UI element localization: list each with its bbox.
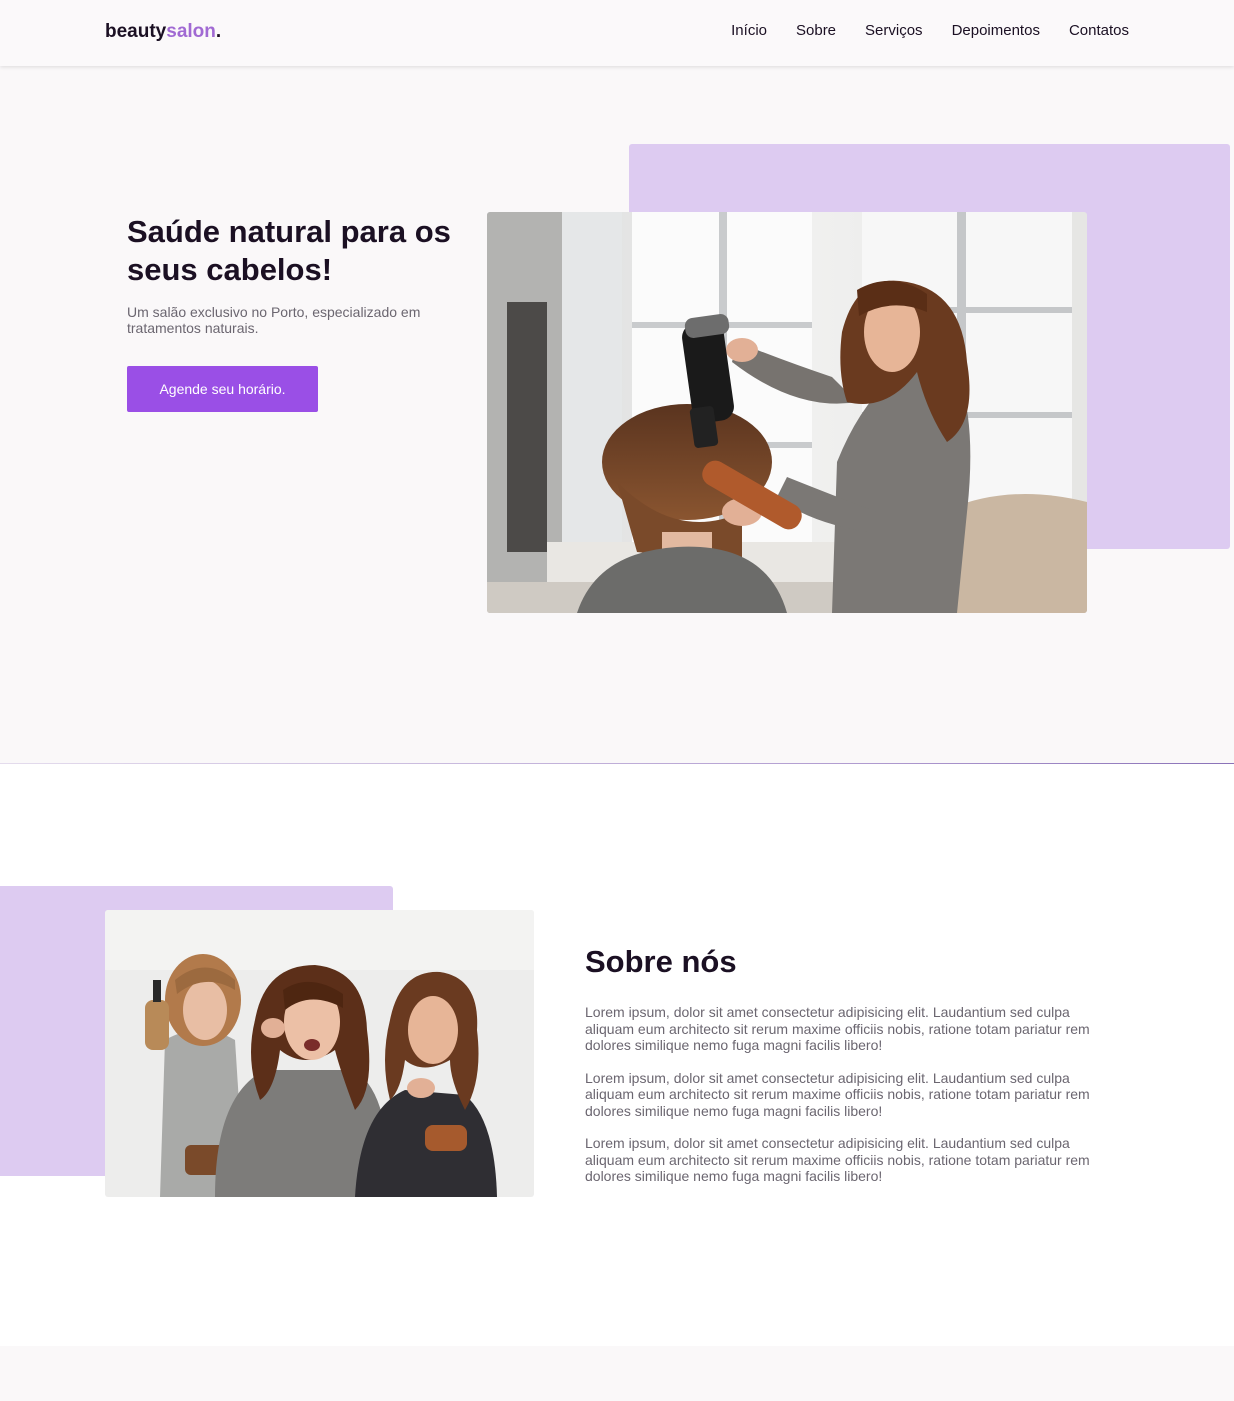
logo-main: beauty <box>105 21 167 42</box>
about-paragraph: Lorem ipsum, dolor sit amet consectetur … <box>585 1069 1090 1119</box>
about-text: Lorem ipsum, dolor sit amet consectetur … <box>585 1004 1100 1201</box>
main-nav: Início Sobre Serviços Depoimentos Contat… <box>731 22 1129 39</box>
about-paragraph: Lorem ipsum, dolor sit amet consectetur … <box>585 1135 1090 1184</box>
hero-title: Saúde natural para os seus cabelos! <box>127 214 451 287</box>
nav-link-servicos[interactable]: Serviços <box>865 22 923 39</box>
nav-link-depoimentos[interactable]: Depoimentos <box>952 22 1040 39</box>
hero-subtitle: Um salão exclusivo no Porto, especializa… <box>127 304 421 336</box>
nav-link-sobre[interactable]: Sobre <box>796 22 836 39</box>
about-section: Sobre nós Lorem ipsum, dolor sit amet co… <box>0 764 1234 1346</box>
nav-link-contatos[interactable]: Contatos <box>1069 22 1129 39</box>
next-section-start <box>0 1346 1234 1401</box>
hero-section: Saúde natural para os seus cabelos! Um s… <box>0 66 1234 763</box>
about-title: Sobre nós <box>585 944 737 979</box>
site-header: beautysalon. Início Sobre Serviços Depoi… <box>0 0 1234 66</box>
logo[interactable]: beautysalon. <box>105 21 221 43</box>
about-team-photo <box>105 910 534 1197</box>
logo-accent: salon <box>166 21 216 42</box>
logo-dot: . <box>215 21 222 42</box>
hero-salon-photo <box>487 212 1087 613</box>
about-paragraph: Lorem ipsum, dolor sit amet consectetur … <box>585 1004 1090 1053</box>
book-appointment-button[interactable]: Agende seu horário. <box>127 366 318 412</box>
nav-link-inicio[interactable]: Início <box>731 22 767 39</box>
